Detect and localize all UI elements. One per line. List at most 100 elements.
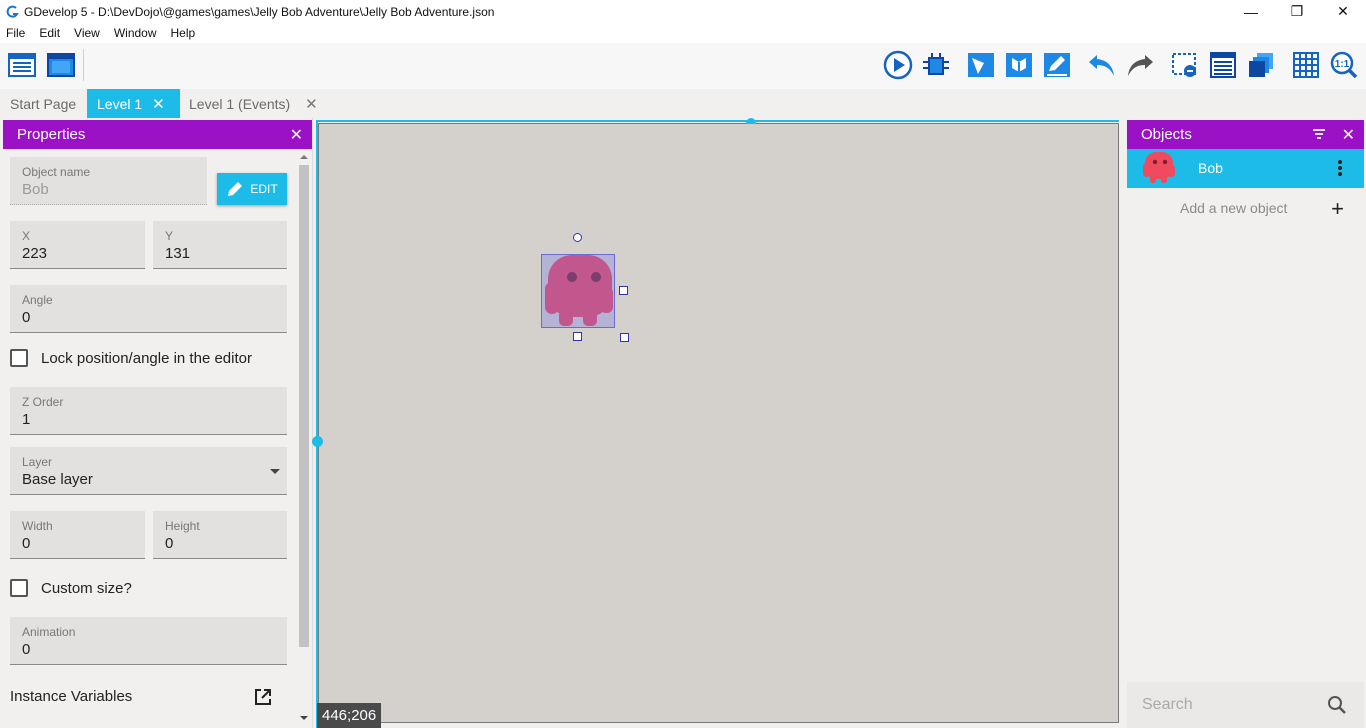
svg-text:1:1: 1:1 bbox=[1335, 59, 1350, 70]
object-name: Bob bbox=[1198, 160, 1223, 176]
properties-scrollbar[interactable] bbox=[298, 153, 310, 728]
selection-box[interactable] bbox=[541, 254, 615, 328]
add-object-label: Add a new object bbox=[1180, 200, 1288, 216]
resize-handle-top[interactable] bbox=[746, 118, 756, 124]
z-order-field[interactable]: Z Order 1 bbox=[10, 387, 287, 435]
x-field[interactable]: X 223 bbox=[10, 221, 145, 269]
restore-button[interactable]: ❐ bbox=[1274, 0, 1320, 23]
add-new-object-button[interactable]: Add a new object + bbox=[1127, 193, 1364, 221]
bob-thumbnail-icon bbox=[1143, 152, 1175, 183]
checkbox-icon[interactable] bbox=[10, 579, 28, 597]
custom-size-checkbox[interactable]: Custom size? bbox=[10, 577, 132, 599]
open-external-icon[interactable] bbox=[253, 687, 273, 707]
project-manager-icon[interactable] bbox=[7, 50, 37, 80]
field-value: 223 bbox=[22, 245, 48, 262]
menu-view[interactable]: View bbox=[67, 26, 107, 40]
field-label: Height bbox=[165, 519, 200, 533]
redo-icon[interactable] bbox=[1125, 50, 1155, 80]
field-label: X bbox=[22, 229, 31, 243]
field-value: 0 bbox=[165, 535, 174, 552]
object-search-field[interactable]: Search bbox=[1127, 682, 1364, 728]
field-label: Animation bbox=[22, 625, 76, 639]
cursor-coordinates: 446;206 bbox=[317, 703, 382, 728]
search-icon[interactable] bbox=[1327, 695, 1347, 715]
preview-play-icon[interactable] bbox=[883, 50, 913, 80]
field-label: Object name bbox=[22, 165, 91, 179]
title-bar: GDevelop 5 - D:\DevDojo\@games\games\Jel… bbox=[0, 0, 1366, 23]
width-field[interactable]: Width 0 bbox=[10, 511, 145, 559]
open-objects-icon[interactable] bbox=[966, 50, 996, 80]
tab-label: Start Page bbox=[10, 95, 77, 112]
field-value: 131 bbox=[165, 245, 191, 262]
close-icon[interactable]: ✕ bbox=[305, 95, 318, 113]
tab-level-1-events[interactable]: Level 1 (Events) ✕ bbox=[180, 89, 330, 118]
zoom-reset-icon[interactable]: 1:1 bbox=[1329, 50, 1359, 80]
tab-level-1[interactable]: Level 1 ✕ bbox=[87, 89, 180, 118]
scene-canvas[interactable]: 446;206 bbox=[312, 118, 1125, 728]
edit-object-button[interactable]: EDIT bbox=[217, 173, 287, 205]
scene-editor-icon[interactable] bbox=[46, 50, 76, 80]
panel-title: Objects bbox=[1141, 126, 1192, 143]
y-field[interactable]: Y 131 bbox=[153, 221, 287, 269]
tab-start-page[interactable]: Start Page bbox=[0, 89, 87, 118]
more-options-icon[interactable] bbox=[1337, 159, 1343, 177]
resize-handle-left[interactable] bbox=[312, 436, 323, 447]
object-list-item[interactable]: Bob bbox=[1127, 149, 1364, 188]
properties-panel: Properties ✕ Object name Bob EDIT X 223 … bbox=[0, 118, 313, 728]
field-value: 1 bbox=[22, 411, 31, 428]
scrollbar-thumb[interactable] bbox=[299, 165, 309, 647]
close-icon[interactable]: ✕ bbox=[290, 125, 303, 145]
instances-list-icon[interactable] bbox=[1170, 50, 1200, 80]
layers-icon[interactable] bbox=[1208, 50, 1238, 80]
checkbox-label: Custom size? bbox=[41, 579, 132, 597]
menu-window[interactable]: Window bbox=[107, 26, 164, 40]
scroll-up-icon[interactable] bbox=[299, 153, 309, 161]
close-icon[interactable]: ✕ bbox=[1342, 125, 1355, 145]
tab-label: Level 1 (Events) bbox=[189, 95, 291, 112]
edit-properties-icon[interactable] bbox=[1042, 50, 1072, 80]
grid-icon[interactable] bbox=[1291, 50, 1321, 80]
field-value: 0 bbox=[22, 535, 31, 552]
resize-handle-corner[interactable] bbox=[620, 333, 629, 342]
properties-header: Properties ✕ bbox=[3, 120, 312, 149]
lock-position-checkbox[interactable]: Lock position/angle in the editor bbox=[10, 347, 252, 369]
objects-header: Objects ✕ bbox=[1127, 120, 1364, 149]
menu-bar: File Edit View Window Help bbox=[0, 23, 1366, 43]
checkbox-icon[interactable] bbox=[10, 349, 28, 367]
plus-icon[interactable]: + bbox=[1331, 196, 1344, 222]
gdevelop-logo-icon bbox=[6, 5, 19, 18]
search-placeholder: Search bbox=[1142, 696, 1193, 713]
field-value: 0 bbox=[22, 641, 31, 658]
field-label: Width bbox=[22, 519, 53, 533]
filter-icon[interactable] bbox=[1312, 128, 1326, 140]
layers-stack-icon[interactable] bbox=[1246, 50, 1276, 80]
debugger-icon[interactable] bbox=[921, 50, 951, 80]
resize-handle-bottom[interactable] bbox=[573, 332, 582, 341]
resize-handle-right[interactable] bbox=[619, 286, 628, 295]
field-label: Angle bbox=[22, 293, 53, 307]
scroll-down-icon[interactable] bbox=[299, 714, 309, 722]
edit-label: EDIT bbox=[250, 182, 278, 196]
menu-help[interactable]: Help bbox=[164, 26, 203, 40]
close-icon[interactable]: ✕ bbox=[152, 95, 165, 113]
checkbox-label: Lock position/angle in the editor bbox=[41, 349, 252, 367]
height-field[interactable]: Height 0 bbox=[153, 511, 287, 559]
scene-area[interactable] bbox=[318, 123, 1119, 723]
pencil-icon bbox=[228, 182, 243, 196]
open-object-groups-icon[interactable] bbox=[1004, 50, 1034, 80]
minimize-button[interactable]: — bbox=[1228, 0, 1274, 23]
toolbar: 1:1 bbox=[0, 43, 1366, 89]
rotate-handle[interactable] bbox=[573, 233, 582, 242]
field-label: Z Order bbox=[22, 395, 64, 409]
field-value: Bob bbox=[22, 181, 49, 198]
close-window-button[interactable]: ✕ bbox=[1320, 0, 1366, 23]
angle-field[interactable]: Angle 0 bbox=[10, 285, 287, 333]
toolbar-separator bbox=[83, 49, 84, 81]
undo-icon[interactable] bbox=[1087, 50, 1117, 80]
animation-field[interactable]: Animation 0 bbox=[10, 617, 287, 665]
tab-label: Level 1 bbox=[97, 95, 143, 112]
field-value: Base layer bbox=[22, 471, 93, 488]
menu-edit[interactable]: Edit bbox=[32, 26, 67, 40]
layer-select[interactable]: Layer Base layer bbox=[10, 447, 287, 495]
menu-file[interactable]: File bbox=[0, 26, 32, 40]
